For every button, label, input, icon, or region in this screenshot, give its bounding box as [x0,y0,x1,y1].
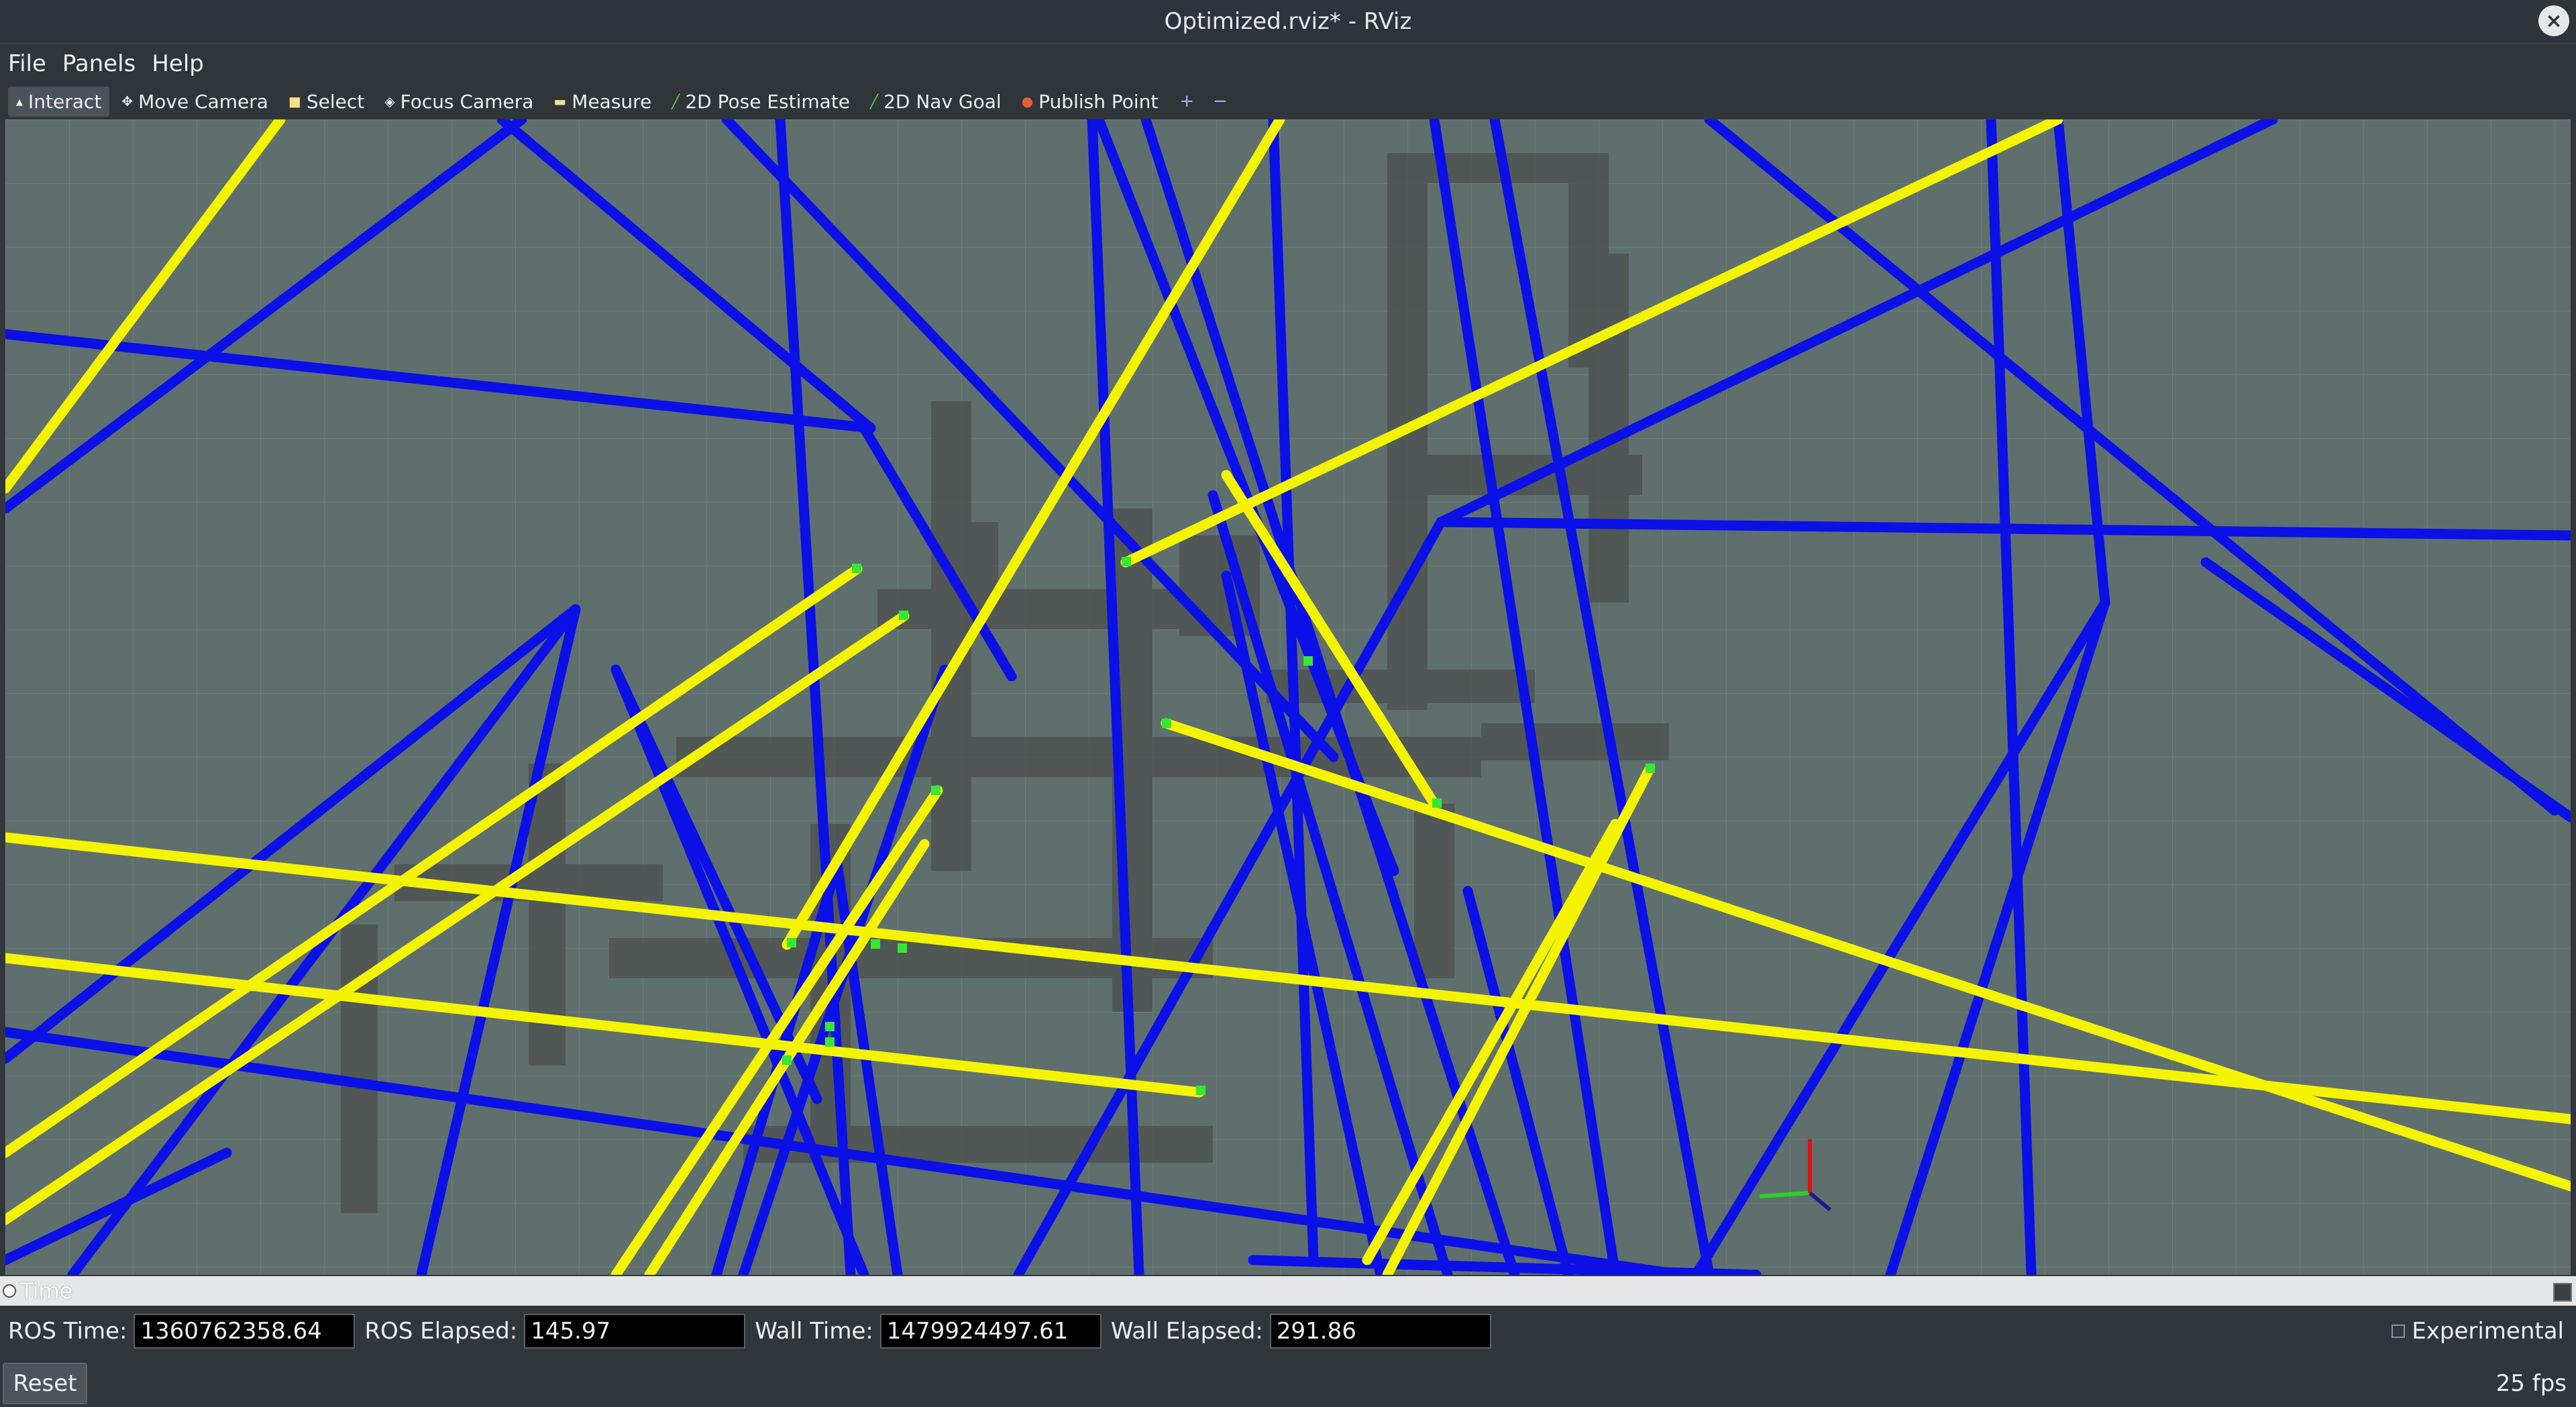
window-title: Optimized.rviz* - RViz [1164,8,1412,35]
menu-file[interactable]: File [0,50,54,77]
experimental-checkbox[interactable] [2392,1324,2406,1338]
tool-label: Measure [572,90,652,113]
tool-move-camera[interactable]: ✥ Move Camera [113,87,276,117]
wall-time-label: Wall Time: [755,1318,873,1345]
move-icon: ✥ [121,93,133,109]
ros-time-label: ROS Time: [8,1318,127,1345]
undock-icon[interactable] [2553,1283,2572,1302]
tool-bar: ▴ Interact ✥ Move Camera ■ Select ◈ Focu… [0,83,2576,119]
tool-label: Move Camera [138,90,268,113]
tool-2d-pose-estimate[interactable]: ╱ 2D Pose Estimate [663,87,858,117]
select-icon: ■ [288,93,301,109]
wall-time-field[interactable]: 1479924497.61 [879,1314,1102,1349]
tool-interact[interactable]: ▴ Interact [8,86,110,117]
ros-elapsed-field[interactable]: 145.97 [524,1314,746,1349]
pointer-icon: ▴ [16,93,23,109]
tool-focus-camera[interactable]: ◈ Focus Camera [376,87,541,117]
tool-label: Interact [28,90,102,113]
nav-goal-icon: ╱ [870,93,879,109]
tool-measure[interactable]: ▬ Measure [545,87,659,117]
right-dock-handle[interactable] [2571,119,2576,1275]
fps-readout: 25 fps [2496,1369,2567,1397]
3d-render-view[interactable] [5,119,2571,1275]
scene-canvas [5,119,2571,1275]
time-panel-header: Time [0,1276,2576,1306]
tool-label: Focus Camera [400,90,534,113]
time-panel: ROS Time: 1360762358.64 ROS Elapsed: 145… [0,1307,2576,1355]
experimental-label: Experimental [2412,1318,2564,1345]
tool-label: 2D Pose Estimate [685,90,851,113]
menu-help[interactable]: Help [144,50,212,77]
reset-button[interactable]: Reset [3,1362,87,1404]
ros-elapsed-label: ROS Elapsed: [364,1318,518,1345]
focus-icon: ◈ [384,93,395,109]
measure-icon: ▬ [553,93,567,109]
panel-toggle-icon[interactable] [3,1284,16,1298]
add-tool-icon[interactable]: + [1170,91,1203,111]
status-bar: Reset 25 fps [0,1359,2576,1407]
pose-arrow-icon: ╱ [672,93,680,109]
tool-label: Select [306,90,365,113]
time-panel-title: Time [20,1278,73,1304]
wall-elapsed-label: Wall Elapsed: [1110,1318,1263,1345]
close-icon[interactable]: × [2538,5,2569,36]
left-dock-handle[interactable] [0,119,5,1275]
tool-2d-nav-goal[interactable]: ╱ 2D Nav Goal [862,87,1010,117]
ros-time-field[interactable]: 1360762358.64 [133,1314,356,1349]
point-icon: ● [1021,93,1034,109]
tool-label: Publish Point [1038,90,1159,113]
menu-bar: File Panels Help [0,44,2576,83]
tool-publish-point[interactable]: ● Publish Point [1014,87,1167,117]
menu-panels[interactable]: Panels [54,50,144,77]
tool-label: 2D Nav Goal [883,90,1002,113]
wall-elapsed-field[interactable]: 291.86 [1269,1314,1491,1349]
title-bar: Optimized.rviz* - RViz × [0,0,2576,44]
remove-tool-icon[interactable]: − [1203,91,1237,111]
tool-select[interactable]: ■ Select [280,87,372,117]
experimental-toggle[interactable]: Experimental [2392,1307,2564,1355]
